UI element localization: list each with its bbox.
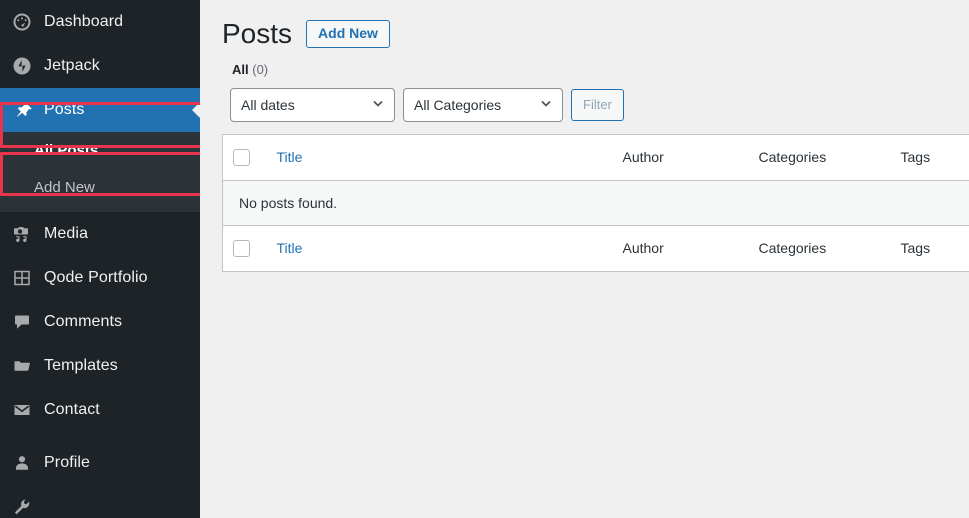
sidebar-item-label: Comments xyxy=(44,313,123,330)
dashboard-icon xyxy=(11,12,32,33)
grid-icon xyxy=(11,268,32,289)
tools-icon xyxy=(11,497,32,518)
sidebar-item-contact[interactable]: Contact xyxy=(0,388,200,432)
submenu-item-all-posts[interactable]: All Posts xyxy=(0,133,200,170)
table-body: No posts found. xyxy=(222,180,969,226)
sidebar-item-comments[interactable]: Comments xyxy=(0,300,200,344)
sidebar-item-partial-cutoff[interactable] xyxy=(0,485,200,518)
sidebar-item-label: Media xyxy=(44,225,89,242)
column-footer-title: Title xyxy=(266,225,613,272)
table-navigation-filters: All dates All Categories Filter xyxy=(230,88,969,123)
sidebar-item-label: Qode Portfolio xyxy=(44,269,148,286)
select-all-footer-cell xyxy=(222,225,267,272)
select-all-header-cell xyxy=(222,134,267,182)
select-all-checkbox[interactable] xyxy=(233,149,250,167)
column-header-categories: Categories xyxy=(748,134,891,182)
add-new-button[interactable]: Add New xyxy=(306,20,390,49)
sidebar-item-label: Templates xyxy=(44,357,118,374)
sidebar-item-posts[interactable]: Posts xyxy=(0,88,200,132)
wordpress-admin-screen: Dashboard Jetpack Posts All Posts Add Ne… xyxy=(0,0,969,518)
column-header-author: Author xyxy=(612,134,749,182)
sidebar-item-media[interactable]: Media xyxy=(0,212,200,256)
comment-bubble-icon xyxy=(11,312,32,333)
posts-submenu: All Posts Add New xyxy=(0,132,200,212)
table-head: Title Author Categories Tags xyxy=(222,134,969,182)
date-filter-select[interactable]: All dates xyxy=(230,88,395,123)
empty-message-cell: No posts found. xyxy=(222,180,969,226)
category-filter-value: All Categories xyxy=(414,97,502,114)
filter-link-all[interactable]: All xyxy=(232,62,249,77)
sidebar-item-qode-portfolio[interactable]: Qode Portfolio xyxy=(0,256,200,300)
media-icon xyxy=(11,224,32,245)
table-empty-row: No posts found. xyxy=(222,180,969,226)
submenu-item-add-new[interactable]: Add New xyxy=(0,170,200,207)
status-filter-links: All (0) xyxy=(232,62,969,77)
sidebar-item-label: Posts xyxy=(44,101,85,118)
table-header-row: Title Author Categories Tags xyxy=(222,134,969,182)
table-foot: Title Author Categories Tags xyxy=(222,225,969,272)
chevron-down-icon xyxy=(539,97,553,114)
column-footer-categories: Categories xyxy=(748,225,891,272)
sidebar-item-label: Profile xyxy=(44,454,91,471)
jetpack-icon xyxy=(11,56,32,77)
chevron-down-icon xyxy=(371,97,385,114)
user-icon xyxy=(11,453,32,474)
admin-sidebar: Dashboard Jetpack Posts All Posts Add Ne… xyxy=(0,0,200,518)
page-header: Posts Add New xyxy=(222,10,969,52)
sort-link-title-footer[interactable]: Title xyxy=(277,240,303,256)
sidebar-item-jetpack[interactable]: Jetpack xyxy=(0,44,200,88)
category-filter-select[interactable]: All Categories xyxy=(403,88,563,123)
column-footer-author: Author xyxy=(612,225,749,272)
column-footer-tags: Tags xyxy=(890,225,969,272)
sidebar-item-dashboard[interactable]: Dashboard xyxy=(0,0,200,44)
column-header-tags: Tags xyxy=(890,134,969,182)
envelope-icon xyxy=(11,400,32,421)
sidebar-item-templates[interactable]: Templates xyxy=(0,344,200,388)
submenu-arrow-icon xyxy=(192,102,200,118)
filter-link-all-count: (0) xyxy=(252,62,269,78)
column-header-title: Title xyxy=(266,134,613,182)
sidebar-item-label: Dashboard xyxy=(44,13,124,30)
posts-list-table: Title Author Categories Tags No posts fo… xyxy=(222,134,969,273)
sidebar-item-profile[interactable]: Profile xyxy=(0,441,200,485)
page-title: Posts xyxy=(222,18,293,49)
main-content: Posts Add New All (0) All dates All Cate… xyxy=(200,0,969,518)
pin-icon xyxy=(11,100,32,121)
sidebar-item-label: Jetpack xyxy=(44,57,100,74)
menu-separator xyxy=(0,432,200,441)
date-filter-value: All dates xyxy=(241,97,295,114)
table-footer-row: Title Author Categories Tags xyxy=(222,225,969,272)
sidebar-item-label: Contact xyxy=(44,401,100,418)
sort-link-title[interactable]: Title xyxy=(277,149,303,165)
select-all-checkbox-footer[interactable] xyxy=(233,240,250,258)
filter-button[interactable]: Filter xyxy=(571,89,624,122)
folder-icon xyxy=(11,356,32,377)
